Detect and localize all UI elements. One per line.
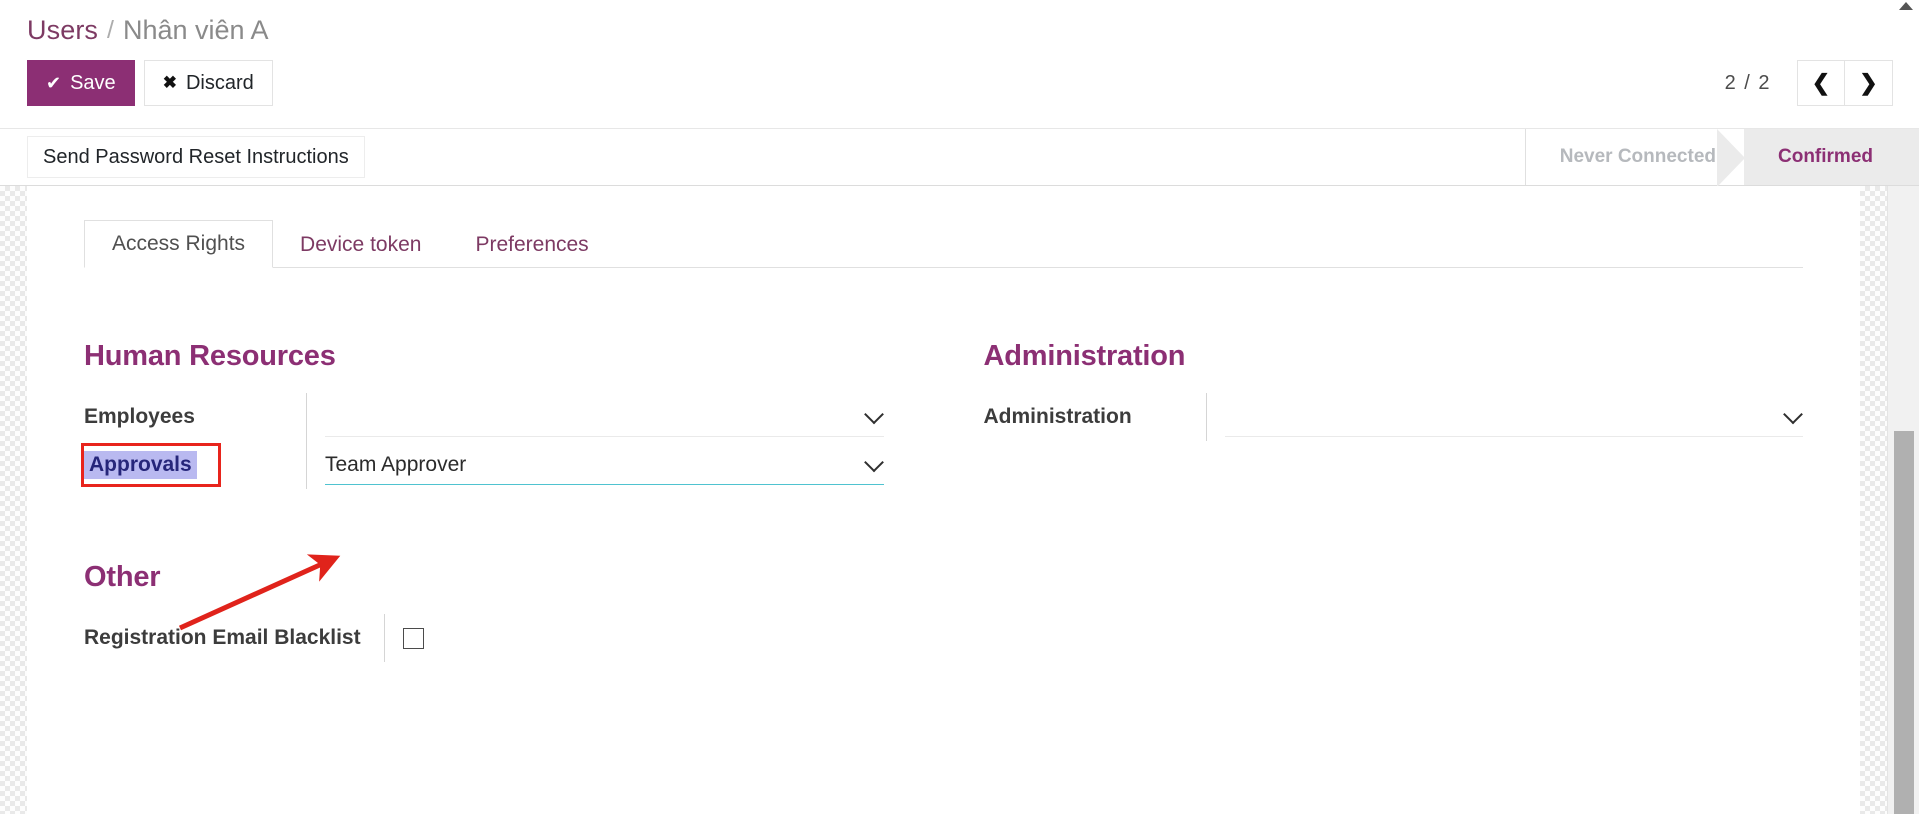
form-sheet: Access Rights Device token Preferences H… xyxy=(27,186,1860,814)
field-label-employees: Employees xyxy=(84,405,306,429)
label-cell-administration: Administration xyxy=(984,405,1206,429)
tab-label: Device token xyxy=(300,233,421,256)
tab-label: Access Rights xyxy=(112,232,245,255)
breadcrumb-current-record: Nhân viên A xyxy=(123,15,269,46)
group-title-human-resources: Human Resources xyxy=(84,340,884,373)
group-title-administration: Administration xyxy=(984,340,1804,373)
field-divider xyxy=(384,614,385,662)
pager-next-button[interactable]: ❯ xyxy=(1845,60,1893,106)
administration-select[interactable] xyxy=(1225,397,1804,437)
field-control-employees xyxy=(325,397,884,437)
scrollbar-thumb[interactable] xyxy=(1894,431,1914,814)
chevron-right-icon: ❯ xyxy=(1859,70,1877,96)
field-divider xyxy=(1206,393,1207,441)
control-panel: ✔ Save ✖ Discard 2 / 2 ❮ ❯ xyxy=(0,60,1919,128)
status-stage-confirmed[interactable]: Confirmed xyxy=(1744,129,1919,185)
tab-preferences[interactable]: Preferences xyxy=(448,222,615,268)
times-icon: ✖ xyxy=(163,73,177,93)
field-label-approvals: Approvals xyxy=(84,451,197,479)
chevron-left-icon: ❮ xyxy=(1812,70,1830,96)
form-sheet-area: Access Rights Device token Preferences H… xyxy=(0,186,1919,814)
pager-count: 2 / 2 xyxy=(1725,72,1771,95)
approvals-select-value: Team Approver xyxy=(325,453,466,477)
chevron-down-icon xyxy=(866,407,882,423)
notebook-tabs: Access Rights Device token Preferences xyxy=(84,218,1803,268)
group-title-other: Other xyxy=(84,561,1860,594)
pager-buttons: ❮ ❯ xyxy=(1797,60,1893,106)
breadcrumb-root-link[interactable]: Users xyxy=(27,15,98,46)
field-row-employees: Employees xyxy=(84,393,884,441)
field-control-administration xyxy=(1225,397,1804,437)
tab-access-rights[interactable]: Access Rights xyxy=(84,220,273,268)
label-cell-employees: Employees xyxy=(84,405,306,429)
label-cell-approvals-highlighted: Approvals xyxy=(84,446,218,484)
field-divider xyxy=(306,393,307,441)
sheet-texture-right xyxy=(1860,186,1887,814)
action-statusbar: Send Password Reset Instructions Never C… xyxy=(0,128,1919,186)
field-row-approvals: Approvals Team Approver xyxy=(84,441,884,489)
send-password-reset-button[interactable]: Send Password Reset Instructions xyxy=(27,136,365,178)
status-stage-label: Confirmed xyxy=(1778,146,1873,168)
field-control-approvals: Team Approver xyxy=(325,445,884,485)
sheet-texture-left xyxy=(0,186,27,814)
scrollbar-up-arrow-icon[interactable] xyxy=(1899,2,1913,10)
tab-device-token[interactable]: Device token xyxy=(273,222,448,268)
check-icon: ✔ xyxy=(46,73,61,94)
field-row-administration: Administration xyxy=(984,393,1804,441)
save-button-label: Save xyxy=(70,72,116,95)
chevron-down-icon xyxy=(866,455,882,471)
field-divider xyxy=(306,441,307,489)
record-pager: 2 / 2 ❮ ❯ xyxy=(1725,60,1893,106)
employees-select[interactable] xyxy=(325,397,884,437)
discard-button[interactable]: ✖ Discard xyxy=(144,60,273,106)
group-human-resources: Human Resources Employees xyxy=(84,340,944,489)
field-label-registration-email-blacklist: Registration Email Blacklist xyxy=(84,626,375,650)
label-cell-registration-email-blacklist: Registration Email Blacklist xyxy=(84,626,384,650)
breadcrumb-separator: / xyxy=(107,16,114,45)
status-bar: Never Connected Confirmed xyxy=(1525,129,1919,185)
field-label-administration: Administration xyxy=(984,405,1206,429)
chevron-down-icon xyxy=(1785,407,1801,423)
field-control-registration-email-blacklist xyxy=(403,628,1860,649)
field-row-registration-email-blacklist: Registration Email Blacklist xyxy=(84,614,1860,662)
save-button[interactable]: ✔ Save xyxy=(27,60,135,106)
status-stage-label: Never Connected xyxy=(1560,146,1716,168)
access-rights-form: Human Resources Employees xyxy=(84,268,1803,489)
discard-button-label: Discard xyxy=(186,72,254,95)
pager-previous-button[interactable]: ❮ xyxy=(1797,60,1845,106)
approvals-select[interactable]: Team Approver xyxy=(325,445,884,485)
breadcrumb: Users / Nhân viên A xyxy=(0,0,1919,60)
vertical-scrollbar[interactable] xyxy=(1887,186,1919,814)
group-other: Other Registration Email Blacklist xyxy=(84,561,1860,662)
registration-email-blacklist-checkbox[interactable] xyxy=(403,628,424,649)
group-administration: Administration Administration xyxy=(944,340,1804,489)
tab-label: Preferences xyxy=(475,233,588,256)
status-stage-never-connected[interactable]: Never Connected xyxy=(1526,129,1744,185)
